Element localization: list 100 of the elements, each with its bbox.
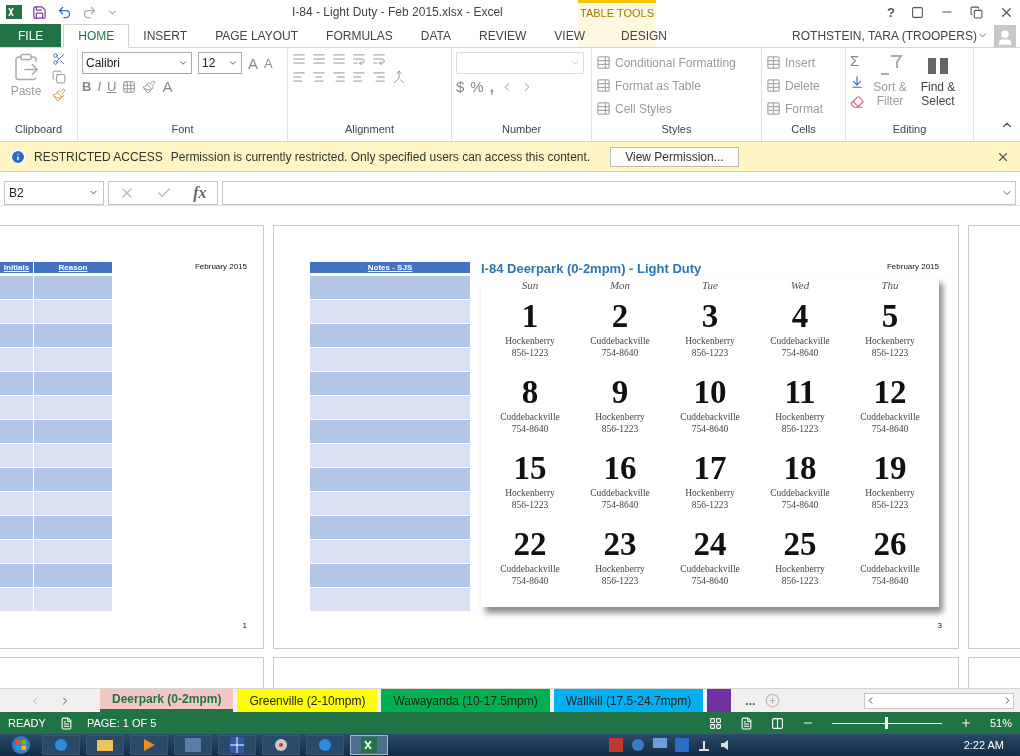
day-number: 15: [513, 449, 547, 487]
wrap-text-icon[interactable]: [372, 52, 386, 66]
percent-button[interactable]: %: [470, 78, 484, 95]
borders-icon[interactable]: [122, 79, 137, 94]
spreadsheet-task-icon[interactable]: [350, 735, 388, 755]
ribbon-tab[interactable]: FORMULAS: [312, 24, 407, 47]
paste-button[interactable]: Paste: [10, 84, 42, 98]
tray-icon[interactable]: [674, 738, 689, 752]
font-color-button[interactable]: A: [162, 78, 173, 95]
location-name: Cuddebackville: [680, 411, 740, 423]
comma-button[interactable]: ,: [489, 78, 494, 95]
top-align-icon[interactable]: [292, 52, 306, 66]
caret-icon[interactable]: [178, 58, 188, 68]
zoom-level[interactable]: 51%: [989, 717, 1012, 729]
insert-function-button[interactable]: fx: [193, 183, 207, 202]
macro-record-icon[interactable]: [59, 716, 73, 730]
fill-color-icon[interactable]: [142, 79, 157, 94]
page-layout-view-icon[interactable]: [739, 716, 753, 730]
caret-icon[interactable]: [228, 58, 238, 68]
ribbon-tab[interactable]: INSERT: [129, 24, 202, 47]
bold-button[interactable]: B: [82, 79, 92, 94]
formula-field[interactable]: [222, 180, 1016, 205]
ribbon-tab[interactable]: PAGE LAYOUT: [201, 24, 313, 47]
view-permission-button[interactable]: View Permission...: [610, 146, 739, 167]
tray-icon[interactable]: [630, 738, 645, 752]
underline-button[interactable]: U: [107, 79, 117, 94]
folder-task-icon[interactable]: [86, 735, 124, 755]
help-button[interactable]: ?: [887, 4, 895, 20]
page-break-view-icon[interactable]: [770, 716, 784, 730]
sheet-tab[interactable]: Wallkill (17.5-24.7mpm): [553, 689, 704, 712]
ribbon-tab[interactable]: DATA: [406, 24, 465, 47]
ribbon-tab[interactable]: HOME: [63, 24, 130, 48]
bottom-align-icon[interactable]: [332, 52, 346, 66]
clock[interactable]: 2:22 AM: [953, 739, 1014, 751]
middle-align-icon[interactable]: [312, 52, 326, 66]
new-sheet-icon[interactable]: [765, 693, 781, 708]
day-number: 11: [784, 373, 816, 411]
table-cell: [0, 420, 33, 443]
ribbon-tab[interactable]: FILE: [0, 24, 62, 47]
autosum-button[interactable]: Σ: [850, 52, 864, 69]
ribbon-tab[interactable]: VIEW: [540, 24, 599, 47]
grow-font-button[interactable]: A: [248, 54, 258, 72]
zoom-in-icon[interactable]: [959, 717, 972, 729]
copy-icon[interactable]: [52, 70, 66, 84]
ribbon-tab[interactable]: DESIGN: [611, 24, 677, 47]
phone-number: 754-8640: [511, 575, 549, 587]
italic-button[interactable]: I: [97, 79, 101, 94]
name-box[interactable]: B2: [4, 180, 104, 205]
phone-number: 856-1223: [601, 575, 639, 587]
location-name: Hockenberry: [685, 487, 735, 499]
number-format-field[interactable]: [456, 52, 584, 74]
sheet-tab[interactable]: Deerpark (0-2mpm): [100, 689, 234, 712]
table-icon: [596, 78, 611, 93]
day-number: 22: [513, 525, 547, 563]
sheet-tab[interactable]: Greenville (2-10mpm): [237, 689, 378, 712]
location-name: Hockenberry: [865, 487, 915, 499]
media-task-icon[interactable]: [130, 735, 168, 755]
redo-icon[interactable]: [82, 4, 97, 20]
app-task-icon[interactable]: [218, 735, 256, 755]
normal-view-icon[interactable]: [708, 716, 722, 730]
editing-button[interactable]: Find & Select: [916, 52, 960, 123]
font-size-field[interactable]: 12: [198, 52, 242, 74]
location-name: Hockenberry: [775, 411, 825, 423]
browser-task-icon[interactable]: [42, 735, 80, 755]
align-center-icon[interactable]: [312, 70, 326, 84]
tray-icon[interactable]: [608, 738, 623, 752]
location-name: Cuddebackville: [500, 411, 560, 423]
group-label: Editing: [891, 123, 928, 137]
align-left-icon[interactable]: [292, 70, 306, 84]
increase-indent-icon[interactable]: [372, 70, 386, 84]
currency-button[interactable]: $: [456, 78, 465, 95]
decrease-indent-icon[interactable]: [352, 70, 366, 84]
caret-icon[interactable]: [570, 58, 580, 68]
phone-number: 754-8640: [871, 423, 909, 435]
save-icon[interactable]: [32, 4, 47, 20]
fill-icon[interactable]: [850, 75, 864, 89]
user-name[interactable]: ROTHSTEIN, TARA (TROOPERS): [792, 28, 977, 43]
eraser-icon[interactable]: [850, 95, 864, 109]
day-number: 12: [873, 373, 907, 411]
paintbrush-icon[interactable]: [52, 88, 66, 102]
ribbon-display-icon[interactable]: [911, 5, 924, 19]
location-name: Hockenberry: [775, 563, 825, 575]
sheet-tab[interactable]: Wawayanda (10-17.5mpm): [381, 689, 550, 712]
font-name-field[interactable]: Calibri: [82, 52, 192, 74]
sheet-tab[interactable]: [707, 689, 732, 712]
undo-icon[interactable]: [57, 4, 72, 20]
shrink-font-button[interactable]: A: [264, 55, 273, 71]
align-right-icon[interactable]: [332, 70, 346, 84]
phone-number: 856-1223: [871, 347, 909, 359]
app-task-icon[interactable]: [262, 735, 300, 755]
more-sheets-button[interactable]: ...: [745, 693, 756, 708]
zoom-thumb[interactable]: [884, 717, 888, 729]
group-label: Cells: [790, 123, 817, 137]
phone-number: 856-1223: [691, 347, 729, 359]
restore-icon[interactable]: [970, 5, 983, 19]
browser-task-icon[interactable]: [306, 735, 344, 755]
table-icon: [596, 101, 611, 116]
scissors-icon[interactable]: [52, 52, 66, 66]
ribbon-tab[interactable]: REVIEW: [465, 24, 541, 47]
horizontal-scrollbar[interactable]: [864, 692, 1014, 709]
